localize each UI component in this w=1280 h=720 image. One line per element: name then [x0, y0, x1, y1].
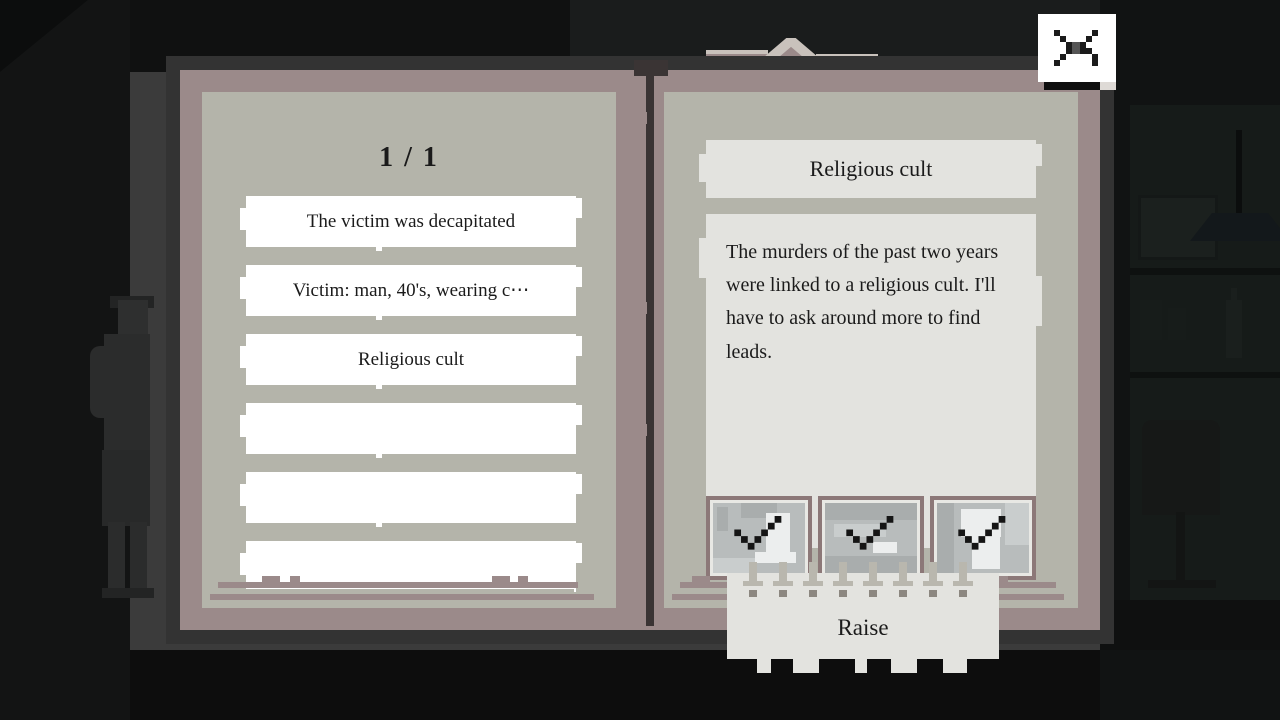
evidence-thumbnail-1[interactable]	[706, 496, 812, 580]
notepad-edge-notch	[727, 659, 757, 673]
page-edge-tick	[692, 576, 710, 582]
raise-button-label: Raise	[837, 615, 889, 640]
spiral-ring-cross	[803, 581, 823, 586]
spiral-ring-dot	[809, 590, 817, 597]
notebook-spine	[646, 74, 654, 626]
thumbnail-image-3	[937, 503, 1029, 573]
spiral-ring-cross	[923, 581, 943, 586]
spine-tab	[638, 424, 647, 436]
thumbnail-image-1	[713, 503, 805, 573]
spiral-ring-dot	[839, 590, 847, 597]
spine-tab	[638, 112, 647, 124]
notebook-right-page: Religious cult The murders of the past t…	[664, 92, 1078, 608]
close-button[interactable]	[1038, 14, 1116, 82]
clue-item-1[interactable]: The victim was decapitated	[240, 196, 582, 251]
clue-label-2: Victim: man, 40's, wearing c⋯	[292, 280, 530, 301]
clue-item-5-empty[interactable]	[240, 472, 582, 527]
jar-decor-1	[1140, 300, 1162, 340]
counter-decor	[1100, 600, 1280, 650]
checkmark-icon	[734, 515, 782, 550]
card-notch	[376, 247, 382, 251]
card-notch	[376, 385, 382, 389]
head-shape	[118, 300, 148, 334]
spiral-ring-dot	[959, 590, 967, 597]
jar-decor-2	[1168, 308, 1186, 340]
spiral-ring-cross	[893, 581, 913, 586]
notepad-edge-notch	[771, 659, 793, 673]
page-counter: 1 / 1	[379, 142, 439, 173]
chair-base-decor	[1148, 580, 1216, 588]
clue-list: The victim was decapitated Victim: man, …	[240, 196, 582, 610]
card-notch	[376, 454, 382, 458]
spiral-ring-dot	[899, 590, 907, 597]
thumbnail-frame	[934, 500, 1032, 576]
lamp-cord-decor	[1236, 130, 1242, 215]
card-notch	[376, 523, 382, 527]
spiral-ring-dot	[779, 590, 787, 597]
checkmark-icon	[846, 515, 894, 550]
shoe-shape-right	[128, 588, 154, 598]
spiral-ring-dot	[929, 590, 937, 597]
raise-notepad-tail	[727, 659, 999, 673]
shelf-decor-upper	[1130, 268, 1280, 275]
shoe-shape-left	[102, 588, 128, 598]
game-screen: 1 / 1 The victim was decapitated Victim:…	[0, 0, 1280, 720]
spiral-ring-cross	[953, 581, 973, 586]
clue-item-3[interactable]: Religious cult	[240, 334, 582, 389]
notebook-left-page: 1 / 1 The victim was decapitated Victim:…	[202, 92, 616, 608]
arm-shape	[90, 346, 112, 418]
chair-decor	[1142, 420, 1220, 515]
spiral-ring-dot	[749, 590, 757, 597]
clue-item-2[interactable]: Victim: man, 40's, wearing c⋯	[240, 265, 582, 320]
page-edge-tick	[290, 576, 300, 582]
shelf-decor-lower	[1130, 372, 1280, 378]
clue-label-1: The victim was decapitated	[306, 210, 516, 232]
page-edge-line	[220, 600, 550, 605]
clue-label-3: Religious cult	[357, 348, 465, 370]
background-floor	[0, 650, 1280, 720]
page-edge-tick	[262, 576, 280, 582]
case-notebook: 1 / 1 The victim was decapitated Victim:…	[166, 56, 1114, 644]
spiral-ring-cross	[773, 581, 793, 586]
detail-title-card: Religious cult	[699, 140, 1042, 198]
checkmark-icon	[958, 515, 1006, 550]
notepad-edge-notch	[819, 659, 855, 673]
detective-silhouette	[88, 296, 156, 598]
close-x-icon	[1054, 30, 1098, 66]
leg-shape-right	[130, 522, 147, 596]
notepad-edge-notch	[867, 659, 891, 673]
raise-button[interactable]: Raise	[727, 562, 999, 673]
notebook-spine-top-notch	[634, 60, 668, 76]
page-edge-line	[218, 582, 578, 588]
spiral-ring-cross	[863, 581, 883, 586]
leg-shape-left	[108, 522, 125, 596]
chair-leg-decor	[1176, 512, 1185, 584]
spiral-ring-cross	[833, 581, 853, 586]
card-notch	[376, 316, 382, 320]
bottle-decor	[1226, 300, 1242, 358]
coat-shape	[102, 450, 150, 526]
thumbnail-frame	[710, 500, 808, 576]
spiral-ring-dot	[869, 590, 877, 597]
detail-title-text: Religious cult	[809, 156, 933, 181]
spine-tab	[654, 274, 663, 286]
spiral-ring-cross	[743, 581, 763, 586]
notepad-edge-notch	[917, 659, 943, 673]
evidence-thumbnail-3[interactable]	[930, 496, 1036, 580]
notepad-edge-notch	[967, 659, 999, 673]
clue-item-4-empty[interactable]	[240, 403, 582, 458]
page-edge-tick	[492, 576, 510, 582]
page-edge-tick	[518, 576, 528, 582]
notebook-inner-border: 1 / 1 The victim was decapitated Victim:…	[180, 60, 1100, 630]
spine-tab	[638, 302, 647, 314]
background-room-panel	[1130, 105, 1280, 625]
spine-tab	[654, 110, 663, 122]
detail-body-text: The murders of the past two years were l…	[726, 241, 999, 363]
